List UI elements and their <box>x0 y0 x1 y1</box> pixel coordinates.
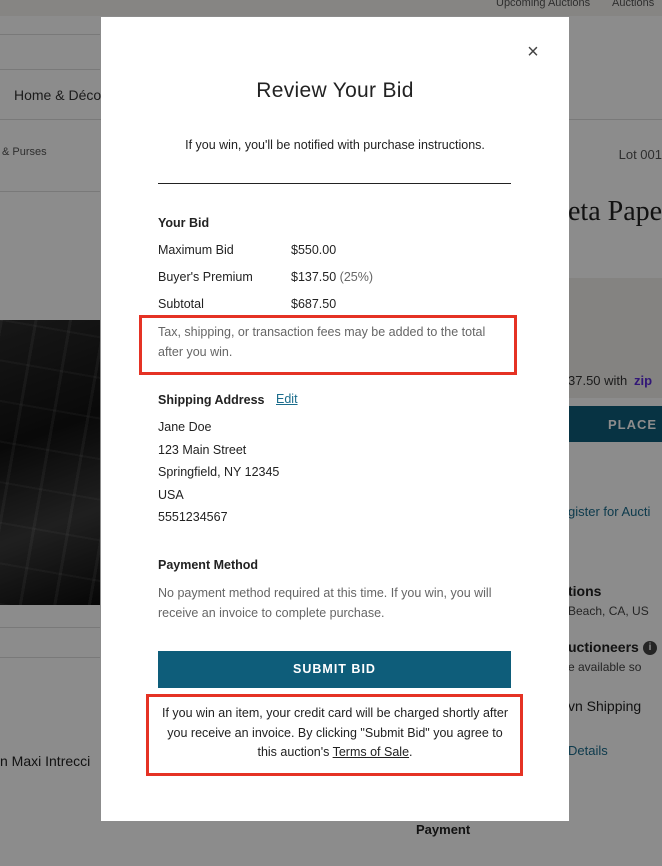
your-bid-heading: Your Bid <box>158 216 210 230</box>
address-street: 123 Main Street <box>158 442 247 457</box>
buyers-premium-value: $137.50 <box>291 270 337 284</box>
submit-bid-button[interactable]: SUBMIT BID <box>158 651 511 688</box>
bid-row-label: Subtotal <box>158 297 204 311</box>
modal-title: Review Your Bid <box>256 79 414 102</box>
bid-row-label: Buyer's Premium <box>158 270 253 284</box>
legal-text-end: . <box>409 745 413 759</box>
bid-row-value: $137.50 (25%) <box>291 270 373 284</box>
address-phone: 5551234567 <box>158 510 228 525</box>
bid-row-label: Maximum Bid <box>158 243 234 257</box>
payment-method-heading: Payment Method <box>158 558 259 572</box>
close-icon[interactable]: × <box>524 42 542 62</box>
address-country: USA <box>158 487 184 502</box>
edit-address-link[interactable]: Edit <box>276 392 298 406</box>
legal-notice: If you win an item, your credit card wil… <box>157 704 513 763</box>
bid-row-value: $687.50 <box>291 297 336 311</box>
address-city: Springfield, NY 12345 <box>158 465 280 480</box>
payment-note: No payment method required at this time.… <box>158 586 492 620</box>
review-bid-modal: × Review Your Bid If you win, you'll be … <box>101 17 569 821</box>
bid-row-value: $550.00 <box>291 243 336 257</box>
terms-of-sale-link[interactable]: Terms of Sale <box>333 745 409 759</box>
shipping-address: Jane Doe 123 Main Street Springfield, NY… <box>158 416 279 529</box>
highlight-box <box>139 315 517 375</box>
divider <box>158 183 511 184</box>
shipping-address-heading: Shipping Address <box>158 393 265 407</box>
subtotal-value: $687.50 <box>291 297 337 311</box>
modal-intro: If you win, you'll be notified with purc… <box>185 138 485 152</box>
buyers-premium-percent: (25%) <box>339 270 374 284</box>
maximum-bid-value: $550.00 <box>291 243 337 257</box>
address-name: Jane Doe <box>158 420 212 434</box>
